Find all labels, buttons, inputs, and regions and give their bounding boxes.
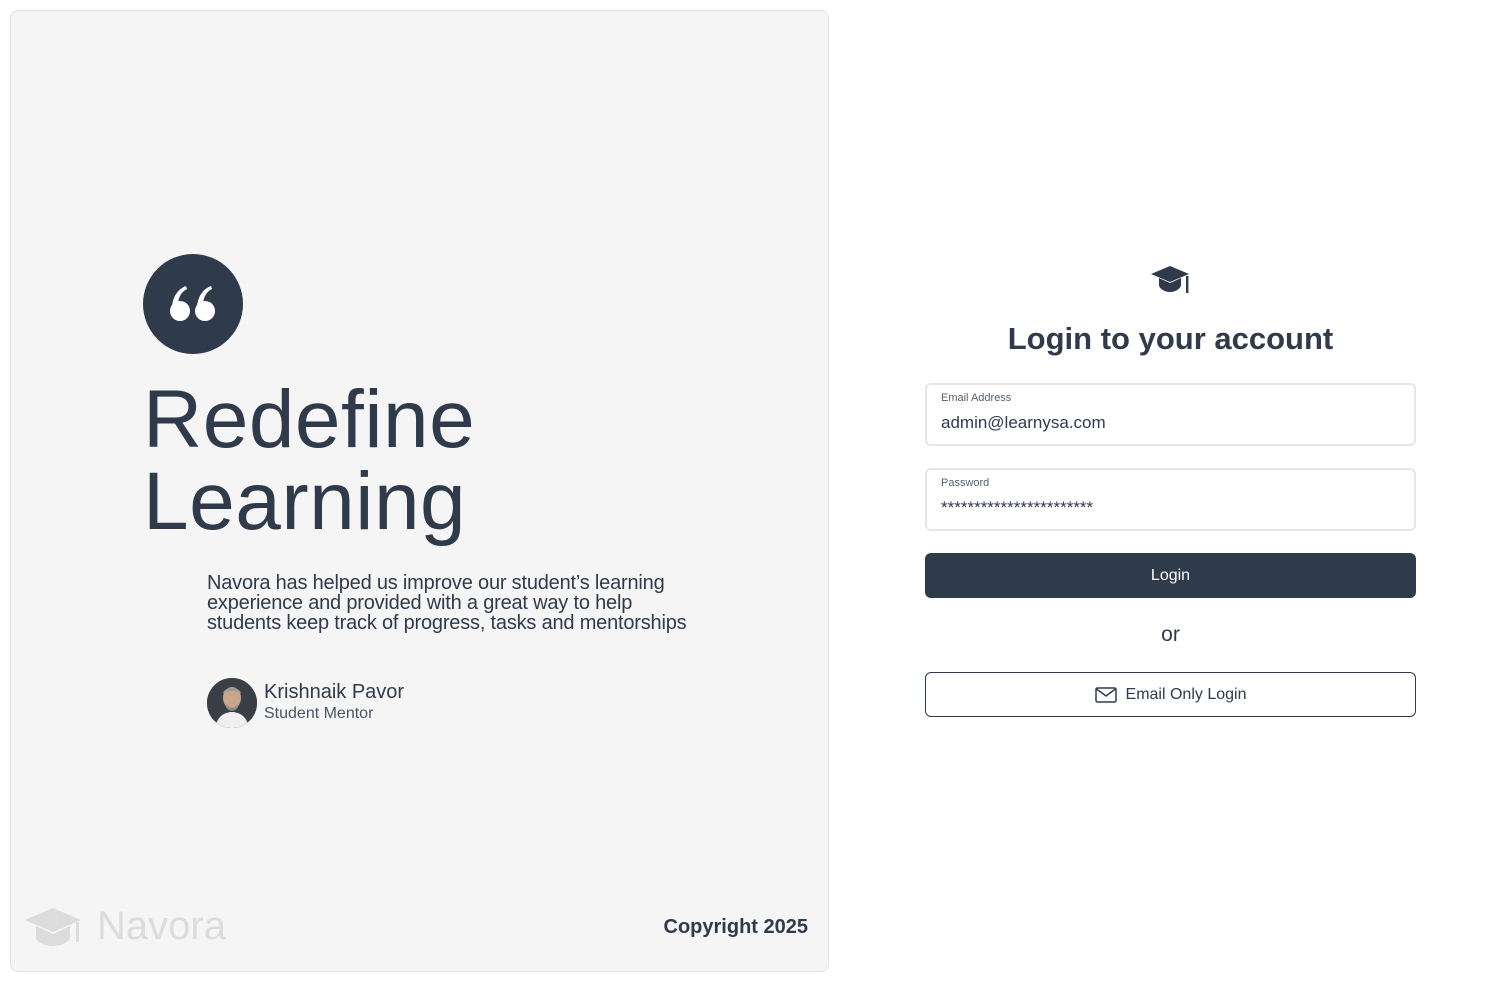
- password-field[interactable]: Password: [925, 468, 1416, 531]
- password-label: Password: [941, 477, 990, 489]
- login-form: Login to your account Email Address Pass…: [925, 263, 1416, 717]
- brand-name: Navora: [97, 904, 226, 948]
- author-role: Student Mentor: [264, 705, 374, 722]
- password-input[interactable]: [941, 498, 1391, 518]
- mail-icon: [1094, 686, 1117, 703]
- headline: Redefine Learning: [143, 379, 475, 543]
- email-label: Email Address: [941, 392, 1012, 404]
- testimonial-author: Krishnaik Pavor Student Mentor: [207, 678, 404, 728]
- or-divider: or: [1161, 623, 1180, 646]
- brand-logo: Navora: [23, 904, 226, 949]
- headline-line-1: Redefine: [143, 374, 476, 465]
- quote-icon: [143, 254, 243, 354]
- testimonial-panel: Redefine Learning Navora has helped us i…: [10, 10, 829, 972]
- email-field[interactable]: Email Address: [925, 383, 1416, 446]
- avatar: [207, 678, 257, 728]
- author-name: Krishnaik Pavor: [264, 681, 405, 703]
- login-button[interactable]: Login: [925, 553, 1416, 598]
- email-only-login-button[interactable]: Email Only Login: [925, 672, 1416, 717]
- graduation-cap-icon: [1150, 266, 1189, 293]
- graduation-cap-icon: [25, 907, 81, 946]
- testimonial-text: Navora has helped us improve our student…: [207, 572, 687, 634]
- email-input[interactable]: [941, 413, 1391, 433]
- copyright-text: Copyright 2025: [663, 916, 808, 938]
- author-info: Krishnaik Pavor Student Mentor: [264, 681, 404, 725]
- email-only-login-label: Email Only Login: [1125, 685, 1247, 703]
- login-title: Login to your account: [1007, 321, 1334, 356]
- headline-line-2: Learning: [143, 456, 467, 547]
